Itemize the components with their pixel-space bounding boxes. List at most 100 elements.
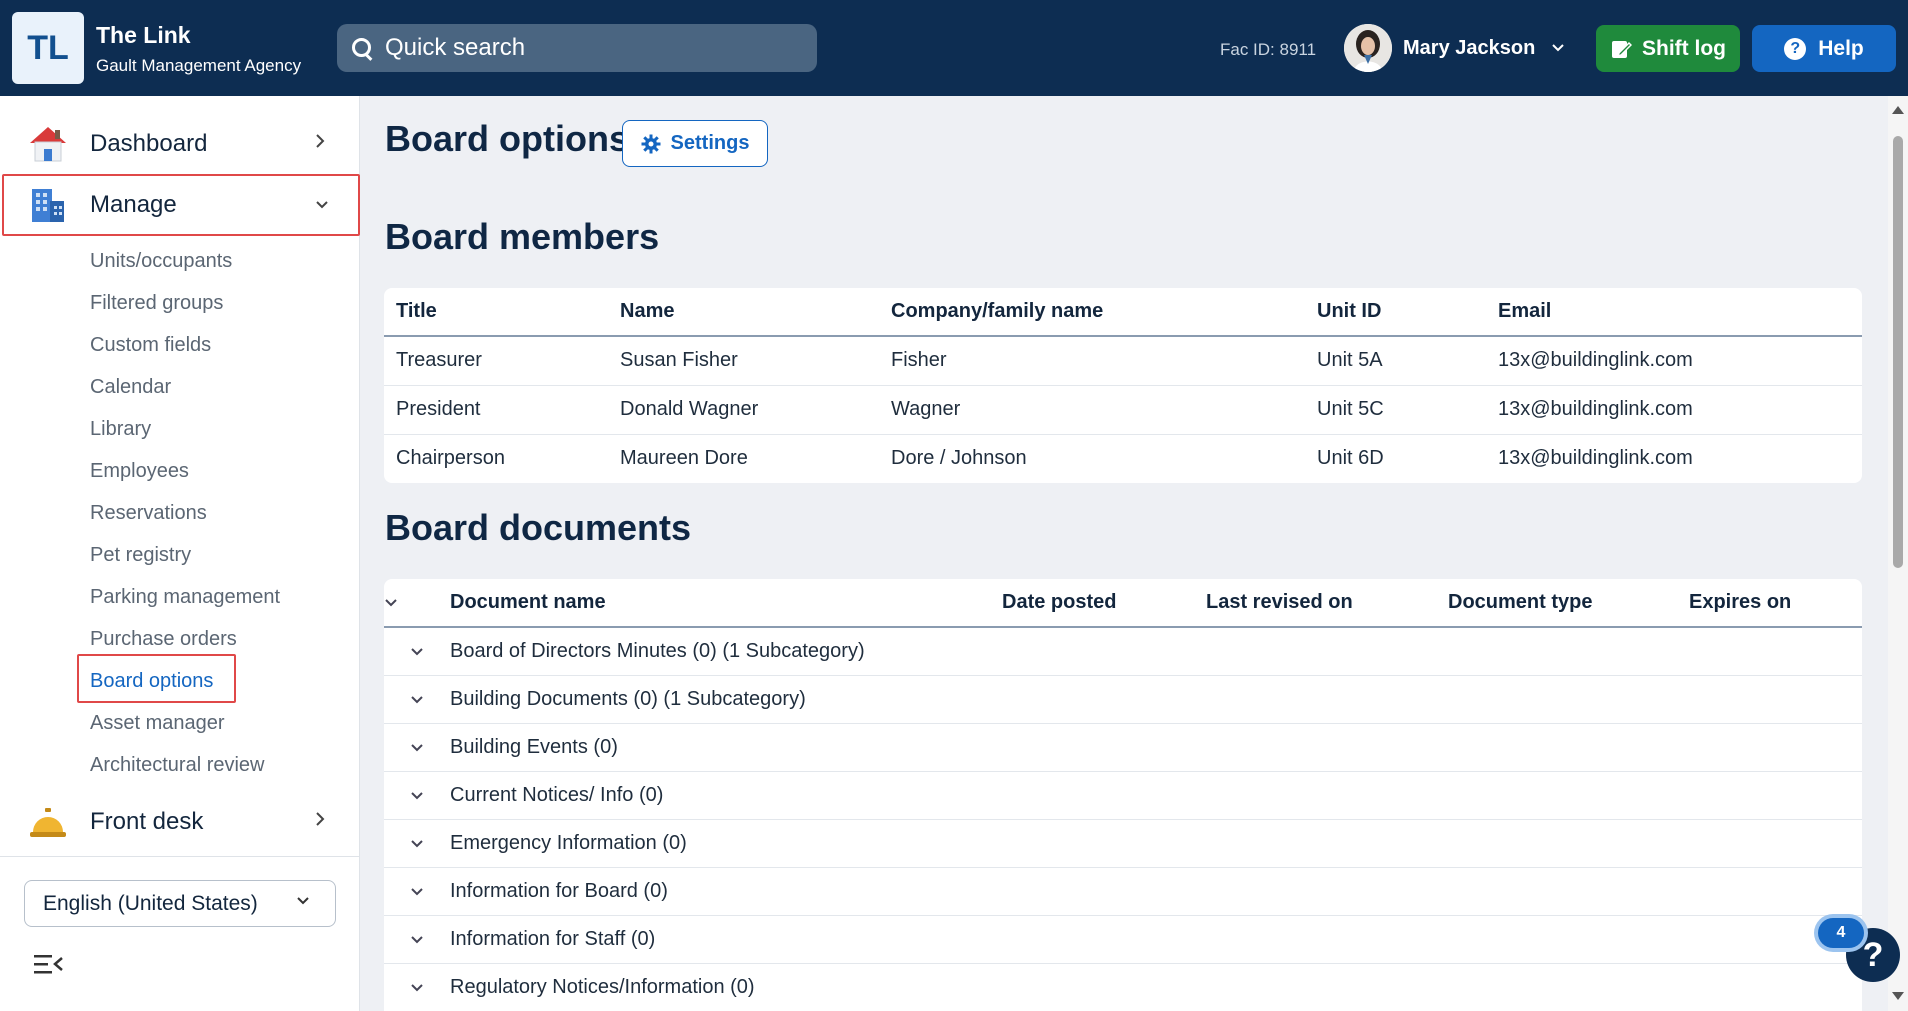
document-category[interactable]: Emergency Information (0) [450, 819, 1862, 868]
column-header[interactable]: Date posted [1002, 579, 1206, 628]
document-category[interactable]: Board of Directors Minutes (0) (1 Subcat… [450, 627, 1862, 676]
document-category[interactable]: Current Notices/ Info (0) [450, 771, 1862, 820]
page-scrollbar[interactable] [1888, 96, 1908, 1011]
edit-note-icon [1612, 40, 1632, 58]
table-row[interactable]: Emergency Information (0) [384, 819, 1862, 868]
table-row[interactable]: Current Notices/ Info (0) [384, 771, 1862, 820]
column-header[interactable]: Last revised on [1206, 579, 1448, 628]
member-company: Fisher [879, 336, 1305, 386]
expand-toggle[interactable] [384, 627, 450, 676]
table-row[interactable]: President Donald Wagner Wagner Unit 5C 1… [384, 385, 1862, 435]
chevron-down-icon [295, 894, 311, 912]
scroll-up-arrow-icon[interactable] [1892, 106, 1904, 114]
member-email[interactable]: 13x@buildinglink.com [1486, 385, 1862, 435]
expand-toggle[interactable] [384, 675, 450, 724]
sidebar-subitem-purchase-orders[interactable]: Purchase orders [90, 628, 237, 651]
chevron-down-icon[interactable] [1551, 40, 1565, 58]
sidebar-subitem-custom-fields[interactable]: Custom fields [90, 334, 211, 357]
member-name: Maureen Dore [620, 447, 748, 470]
table-row[interactable]: Treasurer Susan Fisher Fisher Unit 5A 13… [384, 336, 1862, 386]
facility-id: Fac ID: 8911 [1220, 40, 1317, 59]
expand-toggle[interactable] [384, 963, 450, 1011]
table-row[interactable]: Information for Board (0) [384, 867, 1862, 916]
sidebar-subitem-architectural-review[interactable]: Architectural review [90, 754, 265, 777]
sidebar-item-manage[interactable]: Manage [0, 175, 360, 235]
sidebar-subitem-filtered-groups[interactable]: Filtered groups [90, 292, 223, 315]
sidebar-item-front-desk[interactable]: Front desk [0, 792, 360, 852]
table-row[interactable]: Information for Staff (0) [384, 915, 1862, 964]
notification-badge[interactable]: 4 [1818, 918, 1864, 948]
sidebar-subitem-asset-manager[interactable]: Asset manager [90, 712, 225, 735]
table-row[interactable]: Chairperson Maureen Dore Dore / Johnson … [384, 434, 1862, 483]
board-documents-table: Document name Date posted Last revised o… [384, 579, 1862, 1011]
user-name[interactable]: Mary Jackson [1403, 37, 1535, 60]
expand-all-toggle[interactable] [384, 579, 450, 628]
user-avatar[interactable] [1344, 24, 1392, 72]
collapse-sidebar-icon[interactable] [34, 952, 64, 976]
settings-button[interactable]: Settings [622, 120, 768, 167]
column-header[interactable]: Company/family name [879, 288, 1305, 337]
document-category[interactable]: Regulatory Notices/Information (0) [450, 963, 1862, 1011]
expand-toggle[interactable] [384, 819, 450, 868]
member-name: Susan Fisher [608, 336, 879, 386]
service-bell-icon [30, 808, 66, 837]
sidebar-subitem-calendar[interactable]: Calendar [90, 376, 171, 399]
column-header[interactable]: Document name [450, 579, 1002, 628]
table-row[interactable]: Building Events (0) [384, 723, 1862, 772]
column-header[interactable]: Unit ID [1305, 288, 1486, 337]
avatar-photo-icon [1344, 24, 1392, 72]
search-input[interactable] [385, 34, 785, 62]
chevron-down-icon [411, 887, 423, 895]
document-category[interactable]: Information for Staff (0) [450, 915, 1862, 964]
language-select[interactable]: English (United States) [24, 880, 336, 927]
help-button[interactable]: ? Help [1752, 25, 1896, 72]
member-title: President [384, 385, 608, 435]
member-company: Dore / Johnson [891, 447, 1027, 470]
document-category[interactable]: Building Documents (0) (1 Subcategory) [450, 675, 1862, 724]
chevron-down-icon [411, 791, 423, 799]
front-desk-label: Front desk [90, 808, 204, 835]
sidebar-subitem-reservations[interactable]: Reservations [90, 502, 207, 525]
member-email[interactable]: 13x@buildinglink.com [1486, 434, 1862, 483]
document-category[interactable]: Information for Board (0) [450, 867, 1862, 916]
column-header[interactable]: Document type [1448, 579, 1689, 628]
dashboard-label: Dashboard [90, 130, 208, 157]
column-header[interactable]: Expires on [1689, 579, 1862, 628]
sidebar-subitem-library[interactable]: Library [90, 418, 151, 441]
app-title: The Link [96, 22, 191, 48]
table-row[interactable]: Board of Directors Minutes (0) (1 Subcat… [384, 627, 1862, 676]
expand-toggle[interactable] [384, 915, 450, 964]
member-company: Wagner [879, 385, 1305, 435]
sidebar-subitem-units-occupants[interactable]: Units/occupants [90, 250, 232, 273]
shift-log-button[interactable]: Shift log [1596, 25, 1740, 72]
board-members-title: Board members [385, 216, 660, 257]
sidebar-subitem-pet-registry[interactable]: Pet registry [90, 544, 191, 567]
table-row[interactable]: Building Documents (0) (1 Subcategory) [384, 675, 1862, 724]
sidebar-divider [0, 856, 360, 857]
member-unit: Unit 5C [1305, 385, 1486, 435]
quick-search-box[interactable] [337, 24, 817, 72]
search-icon [351, 37, 373, 59]
sidebar-subitem-employees[interactable]: Employees [90, 460, 189, 483]
expand-toggle[interactable] [384, 771, 450, 820]
member-title: Treasurer [384, 336, 608, 386]
table-header-row: Document name Date posted Last revised o… [384, 579, 1862, 628]
column-header[interactable]: Name [608, 288, 879, 337]
manage-label: Manage [90, 191, 177, 218]
sidebar-item-dashboard[interactable]: Dashboard [0, 114, 360, 174]
scroll-down-arrow-icon[interactable] [1892, 992, 1904, 1000]
column-header[interactable]: Email [1486, 288, 1862, 337]
app-logo[interactable]: TL [12, 12, 84, 84]
scroll-thumb[interactable] [1893, 136, 1903, 568]
expand-toggle[interactable] [384, 723, 450, 772]
chevron-right-icon [314, 810, 326, 834]
sidebar-subitem-parking-management[interactable]: Parking management [90, 586, 280, 609]
column-header[interactable]: Title [384, 288, 608, 337]
expand-toggle[interactable] [384, 867, 450, 916]
agency-name: Gault Management Agency [96, 56, 302, 75]
table-row[interactable]: Regulatory Notices/Information (0) [384, 963, 1862, 1011]
chevron-right-icon [314, 132, 326, 156]
member-email[interactable]: 13x@buildinglink.com [1486, 336, 1862, 386]
document-category[interactable]: Building Events (0) [450, 723, 1862, 772]
sidebar-subitem-board-options[interactable]: Board options [90, 670, 213, 693]
